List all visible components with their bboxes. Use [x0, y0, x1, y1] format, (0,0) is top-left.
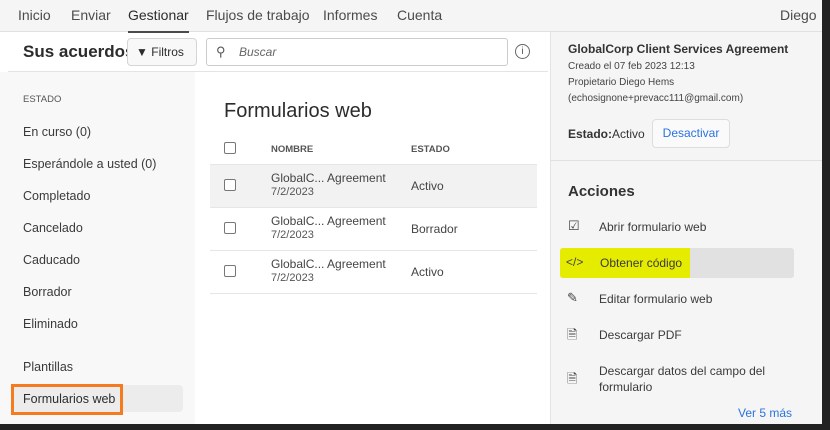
filter-icon: ▼	[136, 45, 148, 59]
row-checkbox[interactable]	[224, 222, 236, 234]
row-name: GlobalC... Agreement	[271, 257, 386, 271]
row-status: Activo	[411, 179, 444, 193]
search-input[interactable]: ⚲ Buscar	[206, 38, 508, 66]
sidebar-item-cancelado[interactable]: Cancelado	[23, 221, 83, 235]
search-placeholder: Buscar	[239, 45, 277, 59]
divider	[551, 160, 822, 161]
column-nombre[interactable]: NOMBRE	[271, 144, 313, 155]
owner-email: (echosignone+prevacc111@gmail.com)	[568, 93, 744, 104]
pencil-icon: ✎	[567, 290, 578, 305]
action-label: Abrir formulario web	[599, 220, 707, 234]
nav-enviar[interactable]: Enviar	[71, 7, 111, 23]
table-row[interactable]: GlobalC... Agreement 7/2/2023 Activo	[210, 165, 537, 208]
list-title: Formularios web	[224, 100, 372, 122]
owner: Propietario Diego Hems	[568, 77, 675, 88]
sidebar-item-esperandole[interactable]: Esperándole a usted (0)	[23, 157, 156, 171]
code-icon: </>	[566, 255, 584, 269]
table-row[interactable]: GlobalC... Agreement 7/2/2023 Borrador	[210, 208, 537, 251]
details-panel: GlobalCorp Client Services Agreement Cre…	[550, 32, 822, 424]
app-window: Inicio Enviar Gestionar Flujos de trabaj…	[0, 0, 822, 424]
nav-inicio[interactable]: Inicio	[18, 7, 51, 23]
actions-title: Acciones	[568, 183, 635, 200]
page-title: Sus acuerdos	[23, 42, 135, 61]
action-label: Descargar datos del campo del formulario	[599, 364, 766, 394]
sidebar-item-caducado[interactable]: Caducado	[23, 253, 80, 267]
user-menu[interactable]: Diego	[780, 7, 817, 23]
row-checkbox[interactable]	[224, 265, 236, 277]
column-estado[interactable]: ESTADO	[411, 144, 450, 155]
action-label: Descargar PDF	[599, 328, 682, 342]
row-date: 7/2/2023	[271, 229, 314, 241]
sidebar-item-eliminado[interactable]: Eliminado	[23, 317, 78, 331]
sidebar-item-completado[interactable]: Completado	[23, 189, 90, 203]
table-header: NOMBRE ESTADO	[210, 133, 537, 165]
select-all-checkbox[interactable]	[224, 142, 236, 154]
row-status: Borrador	[411, 222, 458, 236]
info-icon[interactable]: i	[515, 44, 530, 59]
row-name: GlobalC... Agreement	[271, 171, 386, 185]
sidebar-item-plantillas[interactable]: Plantillas	[23, 360, 73, 374]
pdf-download-icon: 🗎	[567, 327, 578, 342]
sidebar-item-web-forms[interactable]: Formularios web	[11, 384, 183, 415]
data-download-icon: 🗎	[567, 371, 578, 386]
row-status: Activo	[411, 265, 444, 279]
document-check-icon: ☑	[568, 218, 580, 233]
nav-gestionar[interactable]: Gestionar	[128, 7, 189, 33]
action-edit-web-form[interactable]: ✎ Editar formulario web	[551, 287, 822, 311]
sidebar-section-label: ESTADO	[23, 94, 62, 105]
deactivate-button[interactable]: Desactivar	[652, 119, 730, 148]
row-checkbox[interactable]	[224, 179, 236, 191]
created-date: Creado el 07 feb 2023 12:13	[568, 61, 695, 72]
action-open-web-form[interactable]: ☑ Abrir formulario web	[551, 215, 822, 239]
row-date: 7/2/2023	[271, 186, 314, 198]
row-name: GlobalC... Agreement	[271, 214, 386, 228]
nav-informes[interactable]: Informes	[323, 7, 377, 23]
row-date: 7/2/2023	[271, 272, 314, 284]
agreement-title: GlobalCorp Client Services Agreement	[568, 42, 789, 56]
action-label: Obtener código	[600, 256, 683, 270]
sidebar-item-borrador[interactable]: Borrador	[23, 285, 72, 299]
sidebar-item-label: Formularios web	[23, 392, 116, 406]
status-label: Estado:	[568, 127, 613, 141]
status-value: Activo	[612, 127, 645, 141]
search-icon: ⚲	[216, 44, 226, 59]
see-more-link[interactable]: Ver 5 más	[738, 406, 792, 420]
filters-button[interactable]: ▼ Filtros	[127, 38, 197, 66]
nav-cuenta[interactable]: Cuenta	[397, 7, 442, 23]
table-row[interactable]: GlobalC... Agreement 7/2/2023 Activo	[210, 251, 537, 294]
action-download-field-data[interactable]: 🗎 Descargar datos del campo del formular…	[551, 361, 822, 397]
top-nav: Inicio Enviar Gestionar Flujos de trabaj…	[0, 0, 822, 33]
nav-flujos[interactable]: Flujos de trabajo	[206, 7, 310, 23]
sidebar-item-en-curso[interactable]: En curso (0)	[23, 125, 91, 139]
action-label: Editar formulario web	[599, 292, 713, 306]
action-get-code[interactable]: </> Obtener código	[560, 248, 794, 278]
action-download-pdf[interactable]: 🗎 Descargar PDF	[551, 323, 822, 347]
filters-label: Filtros	[151, 45, 184, 59]
sidebar: ESTADO En curso (0) Esperándole a usted …	[0, 72, 195, 424]
